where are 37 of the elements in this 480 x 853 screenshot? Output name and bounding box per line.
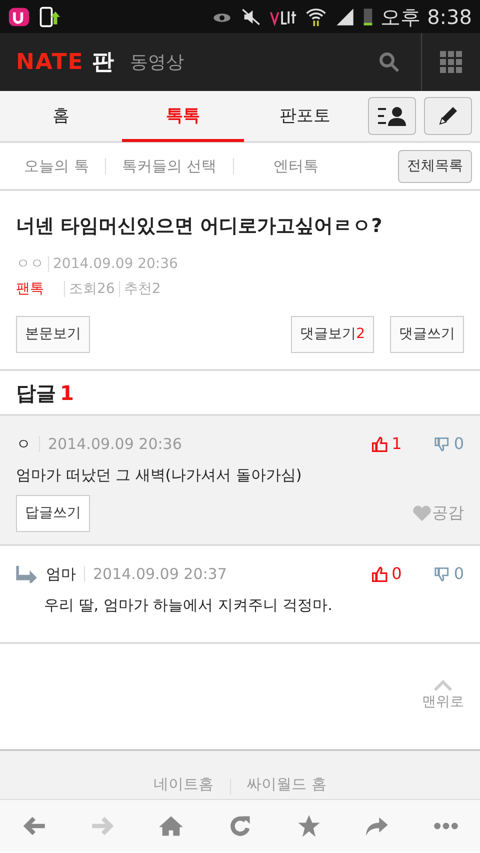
comment-date: 2014.09.09 20:37 [93, 564, 227, 585]
view-count: 조회26 [69, 280, 115, 299]
replies-count: 1 [60, 380, 74, 406]
video-link[interactable]: 동영상 [130, 48, 184, 76]
replies-heading: 답글 [16, 380, 56, 406]
recommend-count: 추천2 [124, 280, 161, 299]
empathy-button[interactable]: 공감 [412, 501, 464, 525]
comment-date: 2014.09.09 20:36 [48, 434, 182, 455]
status-time: 오후 8:38 [380, 4, 472, 30]
post-author: ㅇㅇ [16, 254, 44, 274]
footer-link[interactable]: 네이트홈 [154, 772, 214, 795]
post-title: 너넨 타임머신있으면 어디로가고싶어ㄹㅇ? [16, 215, 384, 238]
section-title: 판 [92, 48, 114, 76]
all-list-button[interactable]: 전체목록 [398, 150, 472, 182]
write-reply-button[interactable]: 답글쓰기 [16, 494, 90, 532]
like-button[interactable]: 0 [372, 562, 402, 586]
subnav-link[interactable]: 톡커들의 선택 [122, 154, 217, 178]
tab[interactable]: 톡톡 [122, 90, 244, 142]
dislike-button[interactable]: 0 [434, 432, 464, 456]
comment-text: 엄마가 떠났던 그 새벽(나가셔서 돌아가심) [16, 465, 303, 486]
like-button[interactable]: 1 [372, 432, 402, 456]
back-to-top-button[interactable]: 맨위로 [422, 680, 464, 713]
comment-text: 우리 딸, 엄마가 하늘에서 지켜주니 걱정마. [43, 595, 334, 616]
comment-author: 엄마 [46, 564, 76, 585]
view-body-button[interactable]: 본문보기 [16, 316, 90, 353]
comment-author: ㅇ [16, 434, 31, 455]
post-date: 2014.09.09 20:36 [53, 254, 178, 274]
write-comment-button[interactable]: 댓글쓰기 [390, 316, 464, 353]
tab[interactable]: 판포토 [244, 90, 366, 142]
tab[interactable]: 홈 [0, 90, 122, 142]
subnav-link[interactable]: 오늘의 톡 [24, 154, 89, 178]
footer-link[interactable]: 싸이월드 홈 [246, 772, 326, 795]
logo[interactable]: NATE [16, 46, 84, 78]
category-link[interactable]: 팬톡 [16, 278, 44, 300]
dislike-button[interactable]: 0 [434, 562, 464, 586]
subnav-link[interactable]: 엔터톡 [274, 154, 319, 178]
view-comments-button[interactable]: 댓글보기 2 [291, 316, 374, 353]
